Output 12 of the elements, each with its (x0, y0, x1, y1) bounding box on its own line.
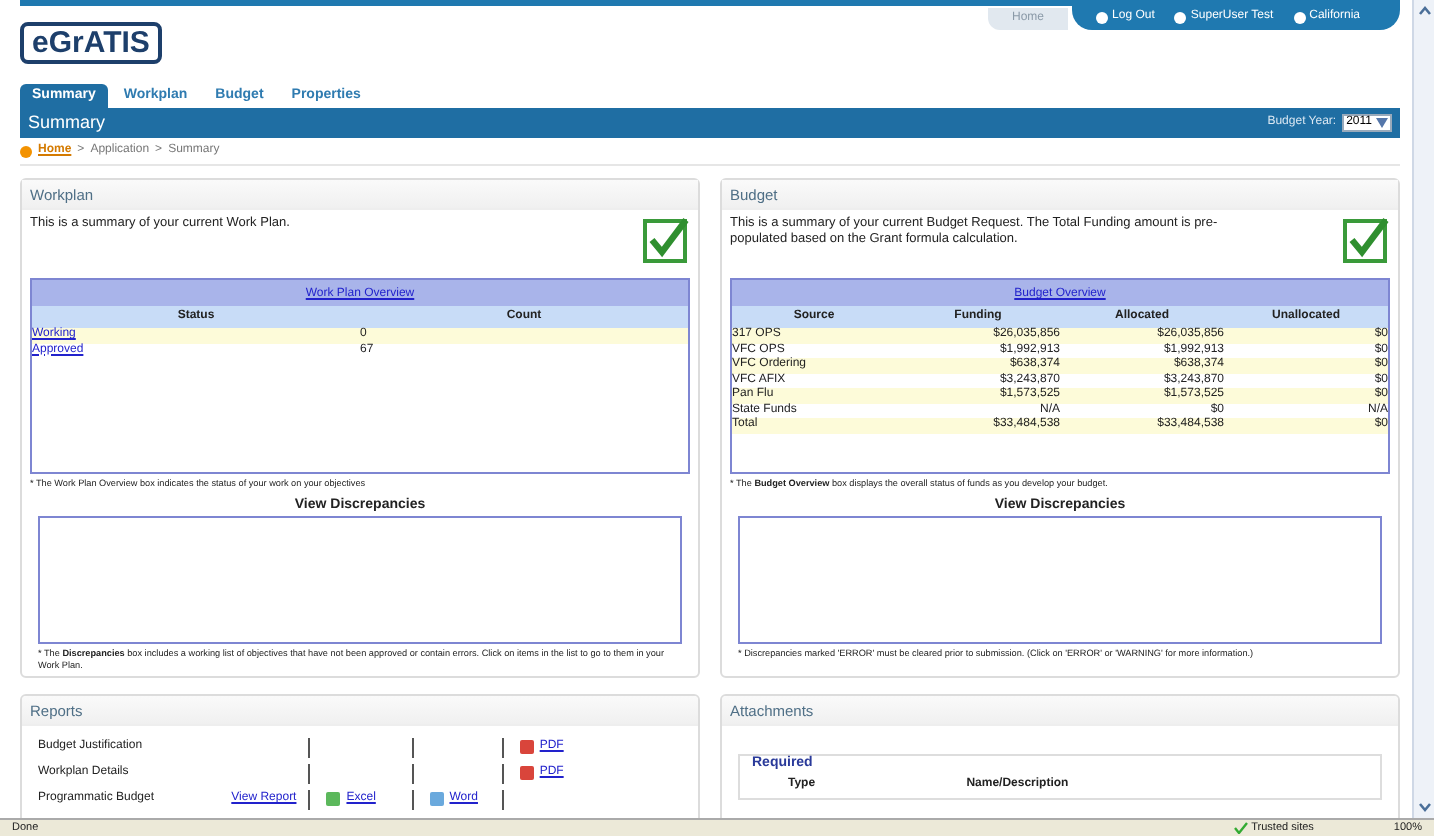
caret-icon (1376, 118, 1388, 128)
scroll-up-icon[interactable] (1417, 4, 1431, 18)
document-icon (429, 792, 444, 806)
bullet-icon (1293, 11, 1306, 24)
bullet-icon (1096, 11, 1109, 24)
logo: eGrATIS (20, 22, 162, 64)
spreadsheet-icon (326, 792, 341, 806)
page-title: Summary (28, 112, 106, 134)
scroll-down-icon[interactable] (1417, 800, 1431, 814)
checkmark-icon (1233, 822, 1248, 834)
home-bullet-icon (20, 145, 32, 157)
bullet-icon (1174, 11, 1187, 24)
